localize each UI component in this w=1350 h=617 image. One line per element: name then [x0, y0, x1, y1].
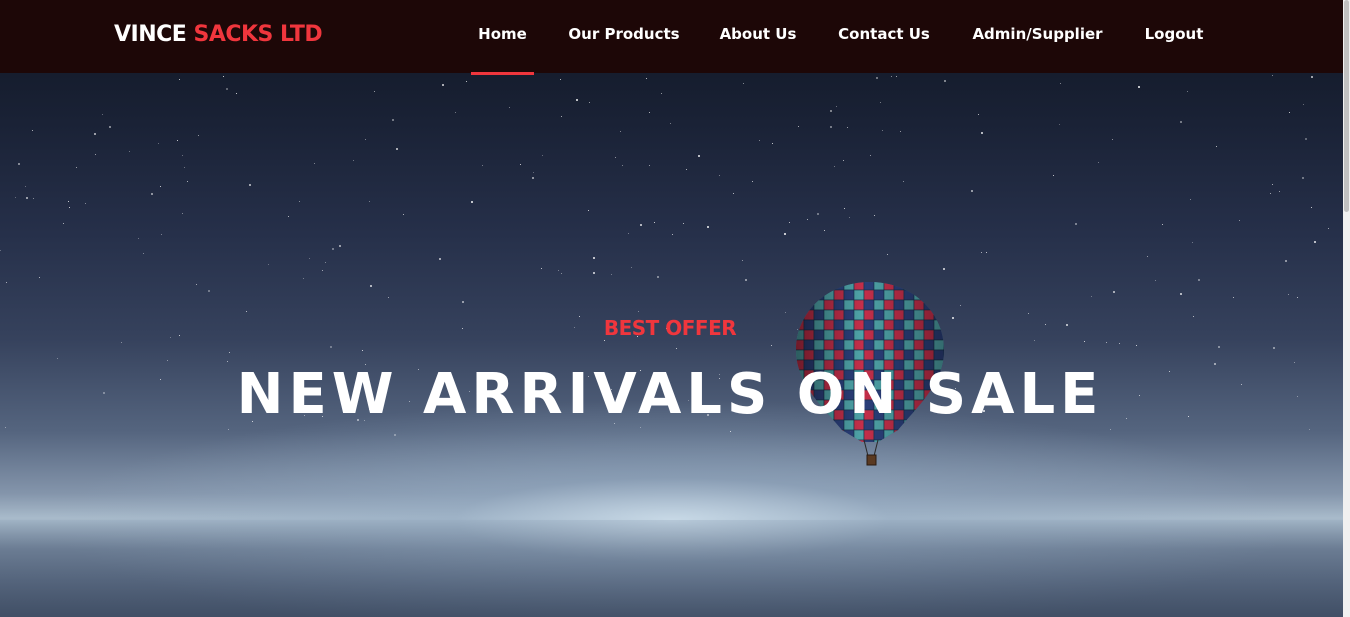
hero-headline: NEW ARRIVALS ON SALE — [236, 362, 1104, 427]
nav-logout[interactable]: Logout — [1139, 0, 1209, 73]
hero-eyebrow: BEST OFFER — [603, 316, 737, 340]
scrollbar-thumb[interactable] — [1344, 0, 1349, 212]
nav-home[interactable]: Home — [471, 0, 534, 75]
nav-contact-us[interactable]: Contact Us — [832, 0, 936, 73]
nav-our-products[interactable]: Our Products — [564, 0, 684, 73]
main-nav: Home Our Products About Us Contact Us Ad… — [0, 0, 1343, 75]
top-navbar: VINCE SACKS LTD Home Our Products About … — [0, 0, 1343, 75]
page-scrollbar[interactable] — [1343, 0, 1350, 617]
nav-about-us[interactable]: About Us — [714, 0, 802, 73]
nav-admin-supplier[interactable]: Admin/Supplier — [966, 0, 1109, 73]
hero-text: BEST OFFER NEW ARRIVALS ON SALE — [0, 0, 1343, 617]
page: BEST OFFER NEW ARRIVALS ON SALE VINCE SA… — [0, 0, 1350, 617]
